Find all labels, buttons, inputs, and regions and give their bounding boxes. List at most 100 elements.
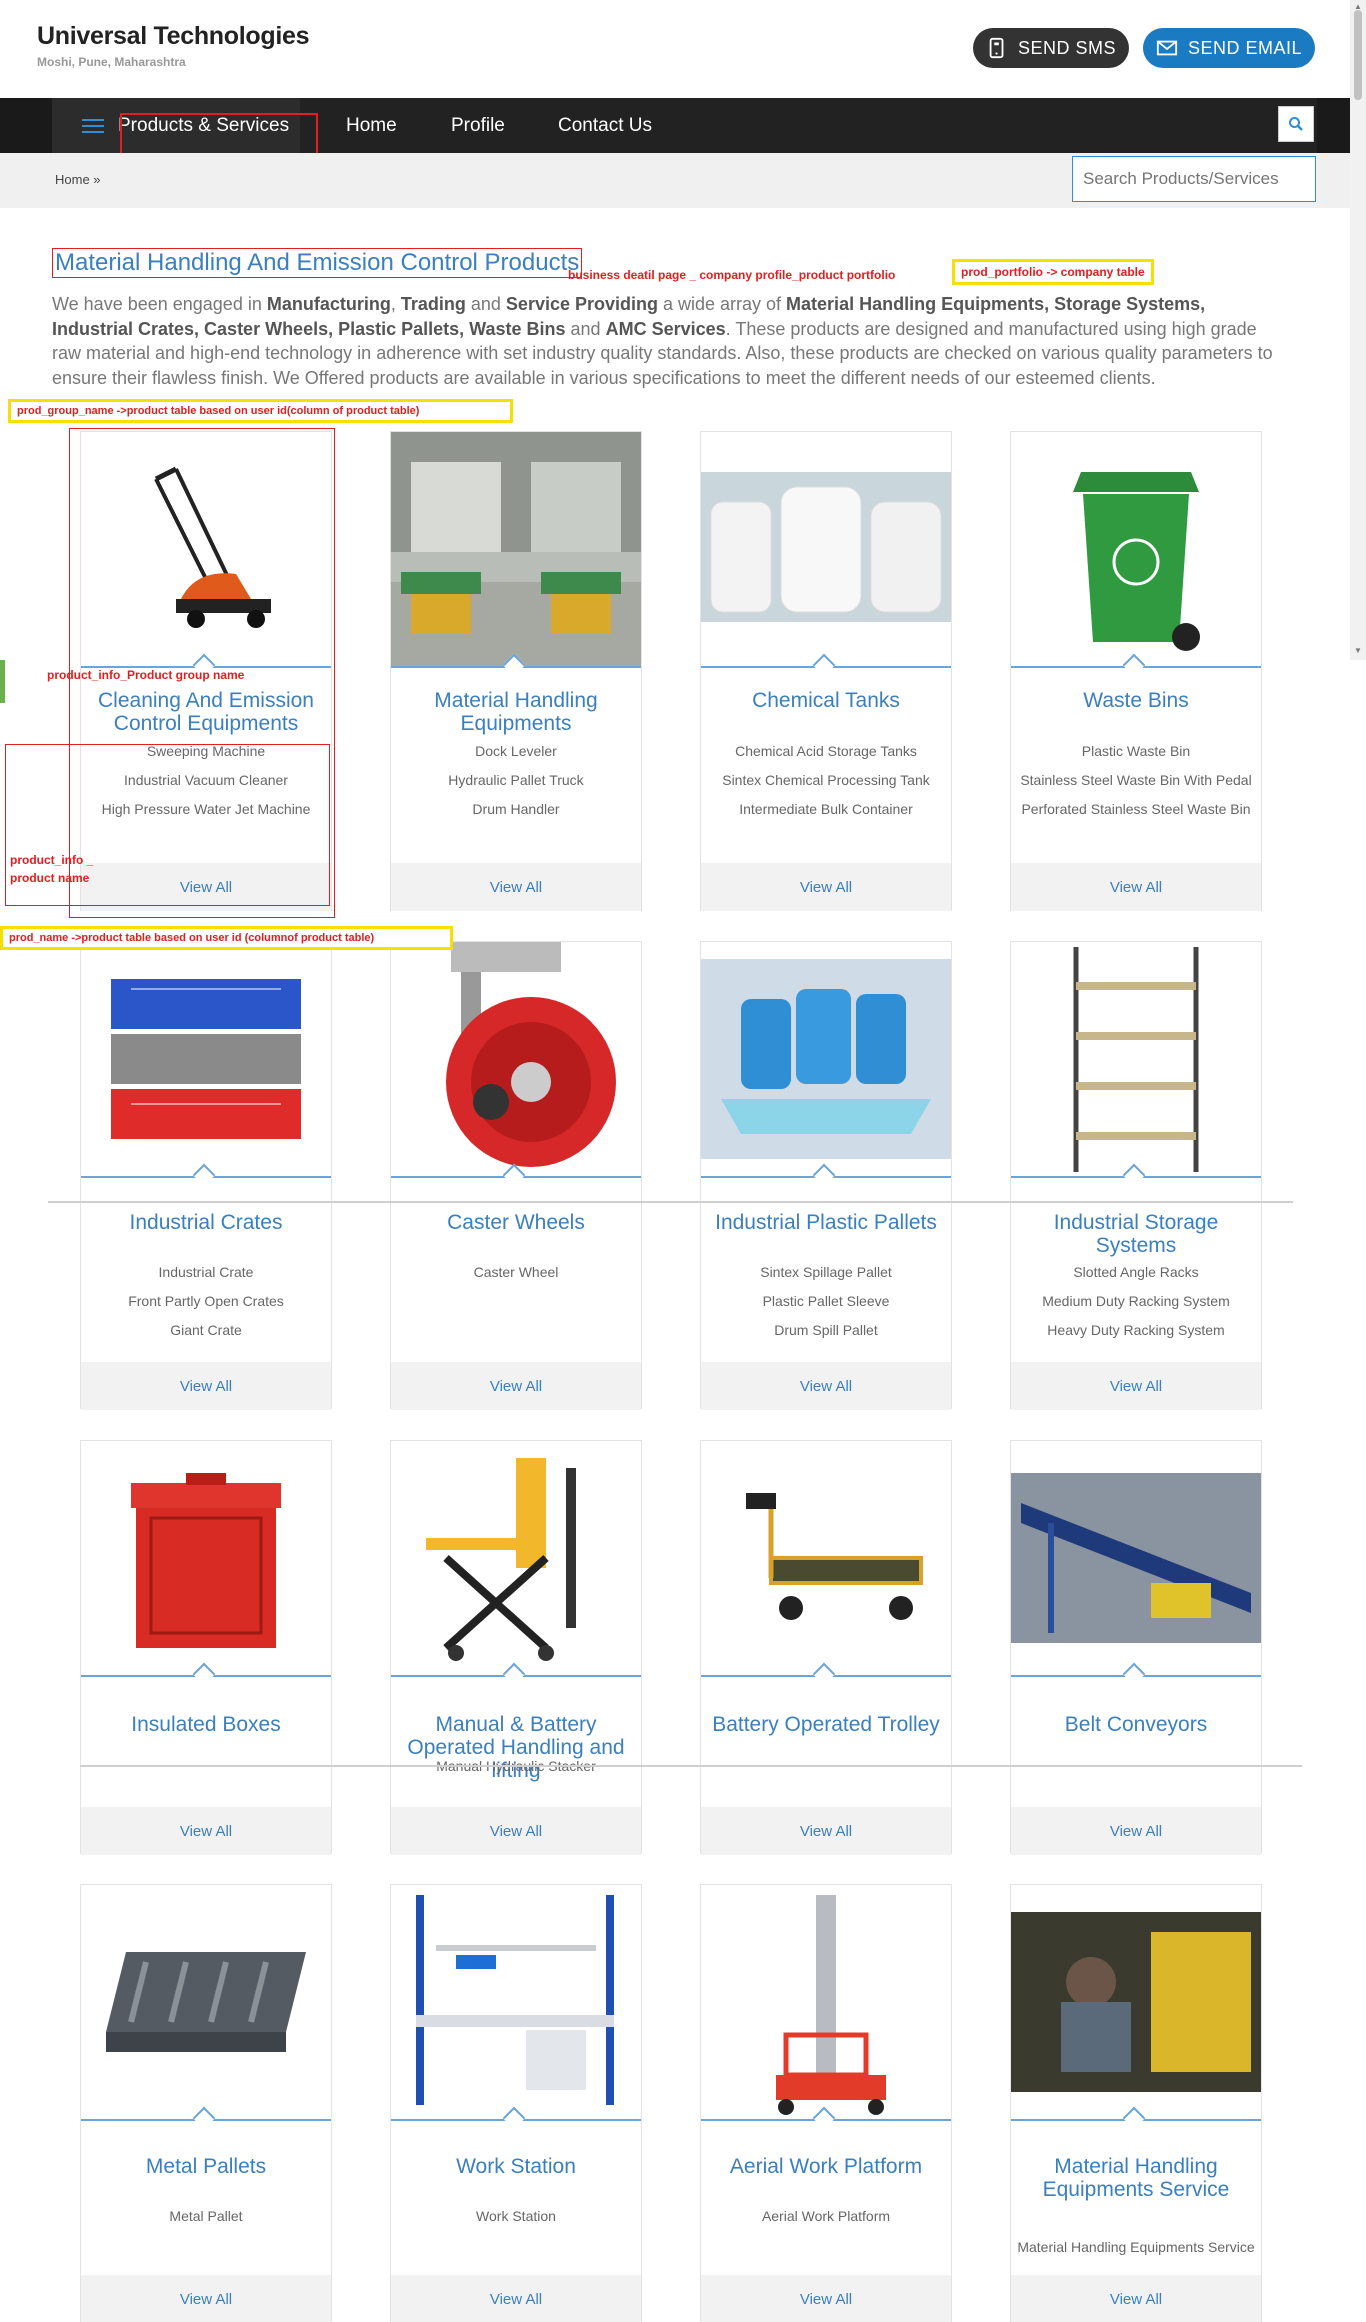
- product-card[interactable]: Aerial Work Platform Aerial Work Platform…: [700, 1884, 952, 2322]
- view-all-button[interactable]: View All: [1011, 1362, 1261, 1410]
- view-all-button[interactable]: View All: [1011, 1807, 1261, 1855]
- product-item-link[interactable]: Dock Leveler: [391, 737, 641, 766]
- metal-pallet-image[interactable]: [81, 1885, 331, 2119]
- product-item-link[interactable]: Industrial Crate: [81, 1258, 331, 1287]
- scroll-down-icon[interactable]: ▼: [1354, 646, 1362, 655]
- product-item-link[interactable]: Aerial Work Platform: [701, 2202, 951, 2231]
- view-all-button[interactable]: View All: [701, 1807, 951, 1855]
- product-card[interactable]: Work Station Work Station View All: [390, 1884, 642, 2322]
- product-item-link[interactable]: Chemical Acid Storage Tanks: [701, 737, 951, 766]
- product-group-title[interactable]: Metal Pallets: [81, 2155, 331, 2178]
- view-all-button[interactable]: View All: [391, 863, 641, 911]
- product-card[interactable]: Manual & Battery Operated Handling and l…: [390, 1440, 642, 1855]
- product-group-title[interactable]: Insulated Boxes: [81, 1713, 331, 1736]
- product-group-title[interactable]: Battery Operated Trolley: [701, 1713, 951, 1736]
- view-all-button[interactable]: View All: [1011, 863, 1261, 911]
- product-group-title[interactable]: Material Handling Equipments: [391, 689, 641, 735]
- product-item-link[interactable]: Intermediate Bulk Container: [701, 795, 951, 824]
- rack-image[interactable]: [1011, 942, 1261, 1176]
- product-card[interactable]: Battery Operated Trolley View All: [700, 1440, 952, 1855]
- view-all-button[interactable]: View All: [701, 1362, 951, 1410]
- product-item-link[interactable]: Perforated Stainless Steel Waste Bin: [1011, 795, 1261, 824]
- product-group-title[interactable]: Waste Bins: [1011, 689, 1261, 712]
- page-scrollbar[interactable]: ▲ ▼: [1350, 0, 1366, 660]
- product-item-link[interactable]: Plastic Waste Bin: [1011, 737, 1261, 766]
- product-item-link[interactable]: Heavy Duty Racking System: [1011, 1316, 1261, 1345]
- view-all-button[interactable]: View All: [81, 2275, 331, 2322]
- view-all-button[interactable]: View All: [391, 1807, 641, 1855]
- product-item-link[interactable]: Drum Handler: [391, 795, 641, 824]
- product-card[interactable]: Metal Pallets Metal Pallet View All: [80, 1884, 332, 2322]
- waste-bin-image[interactable]: [1011, 432, 1261, 666]
- breadcrumb[interactable]: Home »: [55, 172, 101, 187]
- tanks-image[interactable]: [701, 432, 951, 666]
- view-all-button[interactable]: View All: [391, 2275, 641, 2322]
- view-all-button[interactable]: View All: [81, 1807, 331, 1855]
- product-item-link[interactable]: Work Station: [391, 2202, 641, 2231]
- view-all-button[interactable]: View All: [701, 2275, 951, 2322]
- product-card[interactable]: Industrial Plastic Pallets Sintex Spillag…: [700, 941, 952, 1410]
- send-email-button[interactable]: SEND EMAIL: [1143, 28, 1315, 68]
- product-card[interactable]: Belt Conveyors View All: [1010, 1440, 1262, 1855]
- product-group-title[interactable]: Work Station: [391, 2155, 641, 2178]
- scrollbar-thumb[interactable]: [1354, 10, 1362, 100]
- workstation-image[interactable]: [391, 1885, 641, 2119]
- product-group-title[interactable]: Industrial Plastic Pallets: [701, 1211, 951, 1234]
- product-group-title[interactable]: Industrial Crates: [81, 1211, 331, 1234]
- nav-link-contact-us[interactable]: Contact Us: [558, 98, 652, 153]
- annotation-prod-group-name: prod_group_name ->product table based on…: [8, 399, 513, 423]
- insulated-box-image[interactable]: [81, 1441, 331, 1675]
- product-group-title[interactable]: Caster Wheels: [391, 1211, 641, 1234]
- product-item-link[interactable]: Caster Wheel: [391, 1258, 641, 1287]
- product-item-link[interactable]: Metal Pallet: [81, 2202, 331, 2231]
- product-item-link[interactable]: Sintex Spillage Pallet: [701, 1258, 951, 1287]
- product-card[interactable]: Industrial Storage Systems Slotted Angle …: [1010, 941, 1262, 1410]
- product-item-link[interactable]: Sintex Chemical Processing Tank: [701, 766, 951, 795]
- product-group-title[interactable]: Chemical Tanks: [701, 689, 951, 712]
- product-card[interactable]: Insulated Boxes View All: [80, 1440, 332, 1855]
- company-name[interactable]: Universal Technologies: [37, 22, 309, 51]
- product-card[interactable]: Waste Bins Plastic Waste Bin Stainless Ste…: [1010, 431, 1262, 911]
- scissor-lift-image[interactable]: [391, 1441, 641, 1675]
- intro-bold: Manufacturing: [266, 294, 391, 314]
- product-group-title[interactable]: Material Handling Equipments Service: [1011, 2155, 1261, 2201]
- product-item-link[interactable]: Slotted Angle Racks: [1011, 1258, 1261, 1287]
- send-sms-button[interactable]: SEND SMS: [973, 28, 1129, 68]
- product-item-link[interactable]: Drum Spill Pallet: [701, 1316, 951, 1345]
- product-item-link[interactable]: Medium Duty Racking System: [1011, 1287, 1261, 1316]
- product-item-link[interactable]: Giant Crate: [81, 1316, 331, 1345]
- product-group-title[interactable]: Industrial Storage Systems: [1011, 1211, 1261, 1257]
- view-all-button[interactable]: View All: [81, 1362, 331, 1410]
- product-group-title[interactable]: Aerial Work Platform: [701, 2155, 951, 2178]
- product-item-link[interactable]: Front Partly Open Crates: [81, 1287, 331, 1316]
- view-all-button[interactable]: View All: [391, 1362, 641, 1410]
- email-icon: [1156, 40, 1178, 56]
- search-input[interactable]: [1083, 169, 1305, 189]
- nav-link-profile[interactable]: Profile: [451, 98, 505, 153]
- product-card[interactable]: Chemical Tanks Chemical Acid Storage Tank…: [700, 431, 952, 911]
- product-card[interactable]: Industrial Crates Industrial Crate Front P…: [80, 941, 332, 1410]
- product-card[interactable]: Material Handling Equipments Dock Leveler…: [390, 431, 642, 911]
- product-item-link[interactable]: Hydraulic Pallet Truck: [391, 766, 641, 795]
- product-item-link[interactable]: Stainless Steel Waste Bin With Pedal: [1011, 766, 1261, 795]
- search-toggle-button[interactable]: [1278, 106, 1314, 142]
- view-all-button[interactable]: View All: [1011, 2275, 1261, 2322]
- nav-link-home[interactable]: Home: [346, 98, 397, 153]
- conveyor-image[interactable]: [1011, 1441, 1261, 1675]
- aerial-platform-image[interactable]: [701, 1885, 951, 2119]
- product-card[interactable]: Caster Wheels Caster Wheel View All: [390, 941, 642, 1410]
- dock-leveler-image[interactable]: [391, 432, 641, 666]
- service-image[interactable]: [1011, 1885, 1261, 2119]
- product-group-title[interactable]: Belt Conveyors: [1011, 1713, 1261, 1736]
- view-all-button[interactable]: View All: [701, 863, 951, 911]
- caster-wheel-image[interactable]: [391, 942, 641, 1176]
- trolley-image[interactable]: [701, 1441, 951, 1675]
- annotation-business-detail: business deatil page _ company profile_p…: [568, 268, 896, 282]
- search-box[interactable]: [1072, 156, 1316, 202]
- product-item-link[interactable]: Plastic Pallet Sleeve: [701, 1287, 951, 1316]
- product-item-link[interactable]: Material Handling Equipments Service: [1011, 2233, 1261, 2262]
- crates-image[interactable]: [81, 942, 331, 1176]
- divider-line: [80, 1765, 1302, 1767]
- pallet-drums-image[interactable]: [701, 942, 951, 1176]
- product-card[interactable]: Material Handling Equipments Service Mate…: [1010, 1884, 1262, 2322]
